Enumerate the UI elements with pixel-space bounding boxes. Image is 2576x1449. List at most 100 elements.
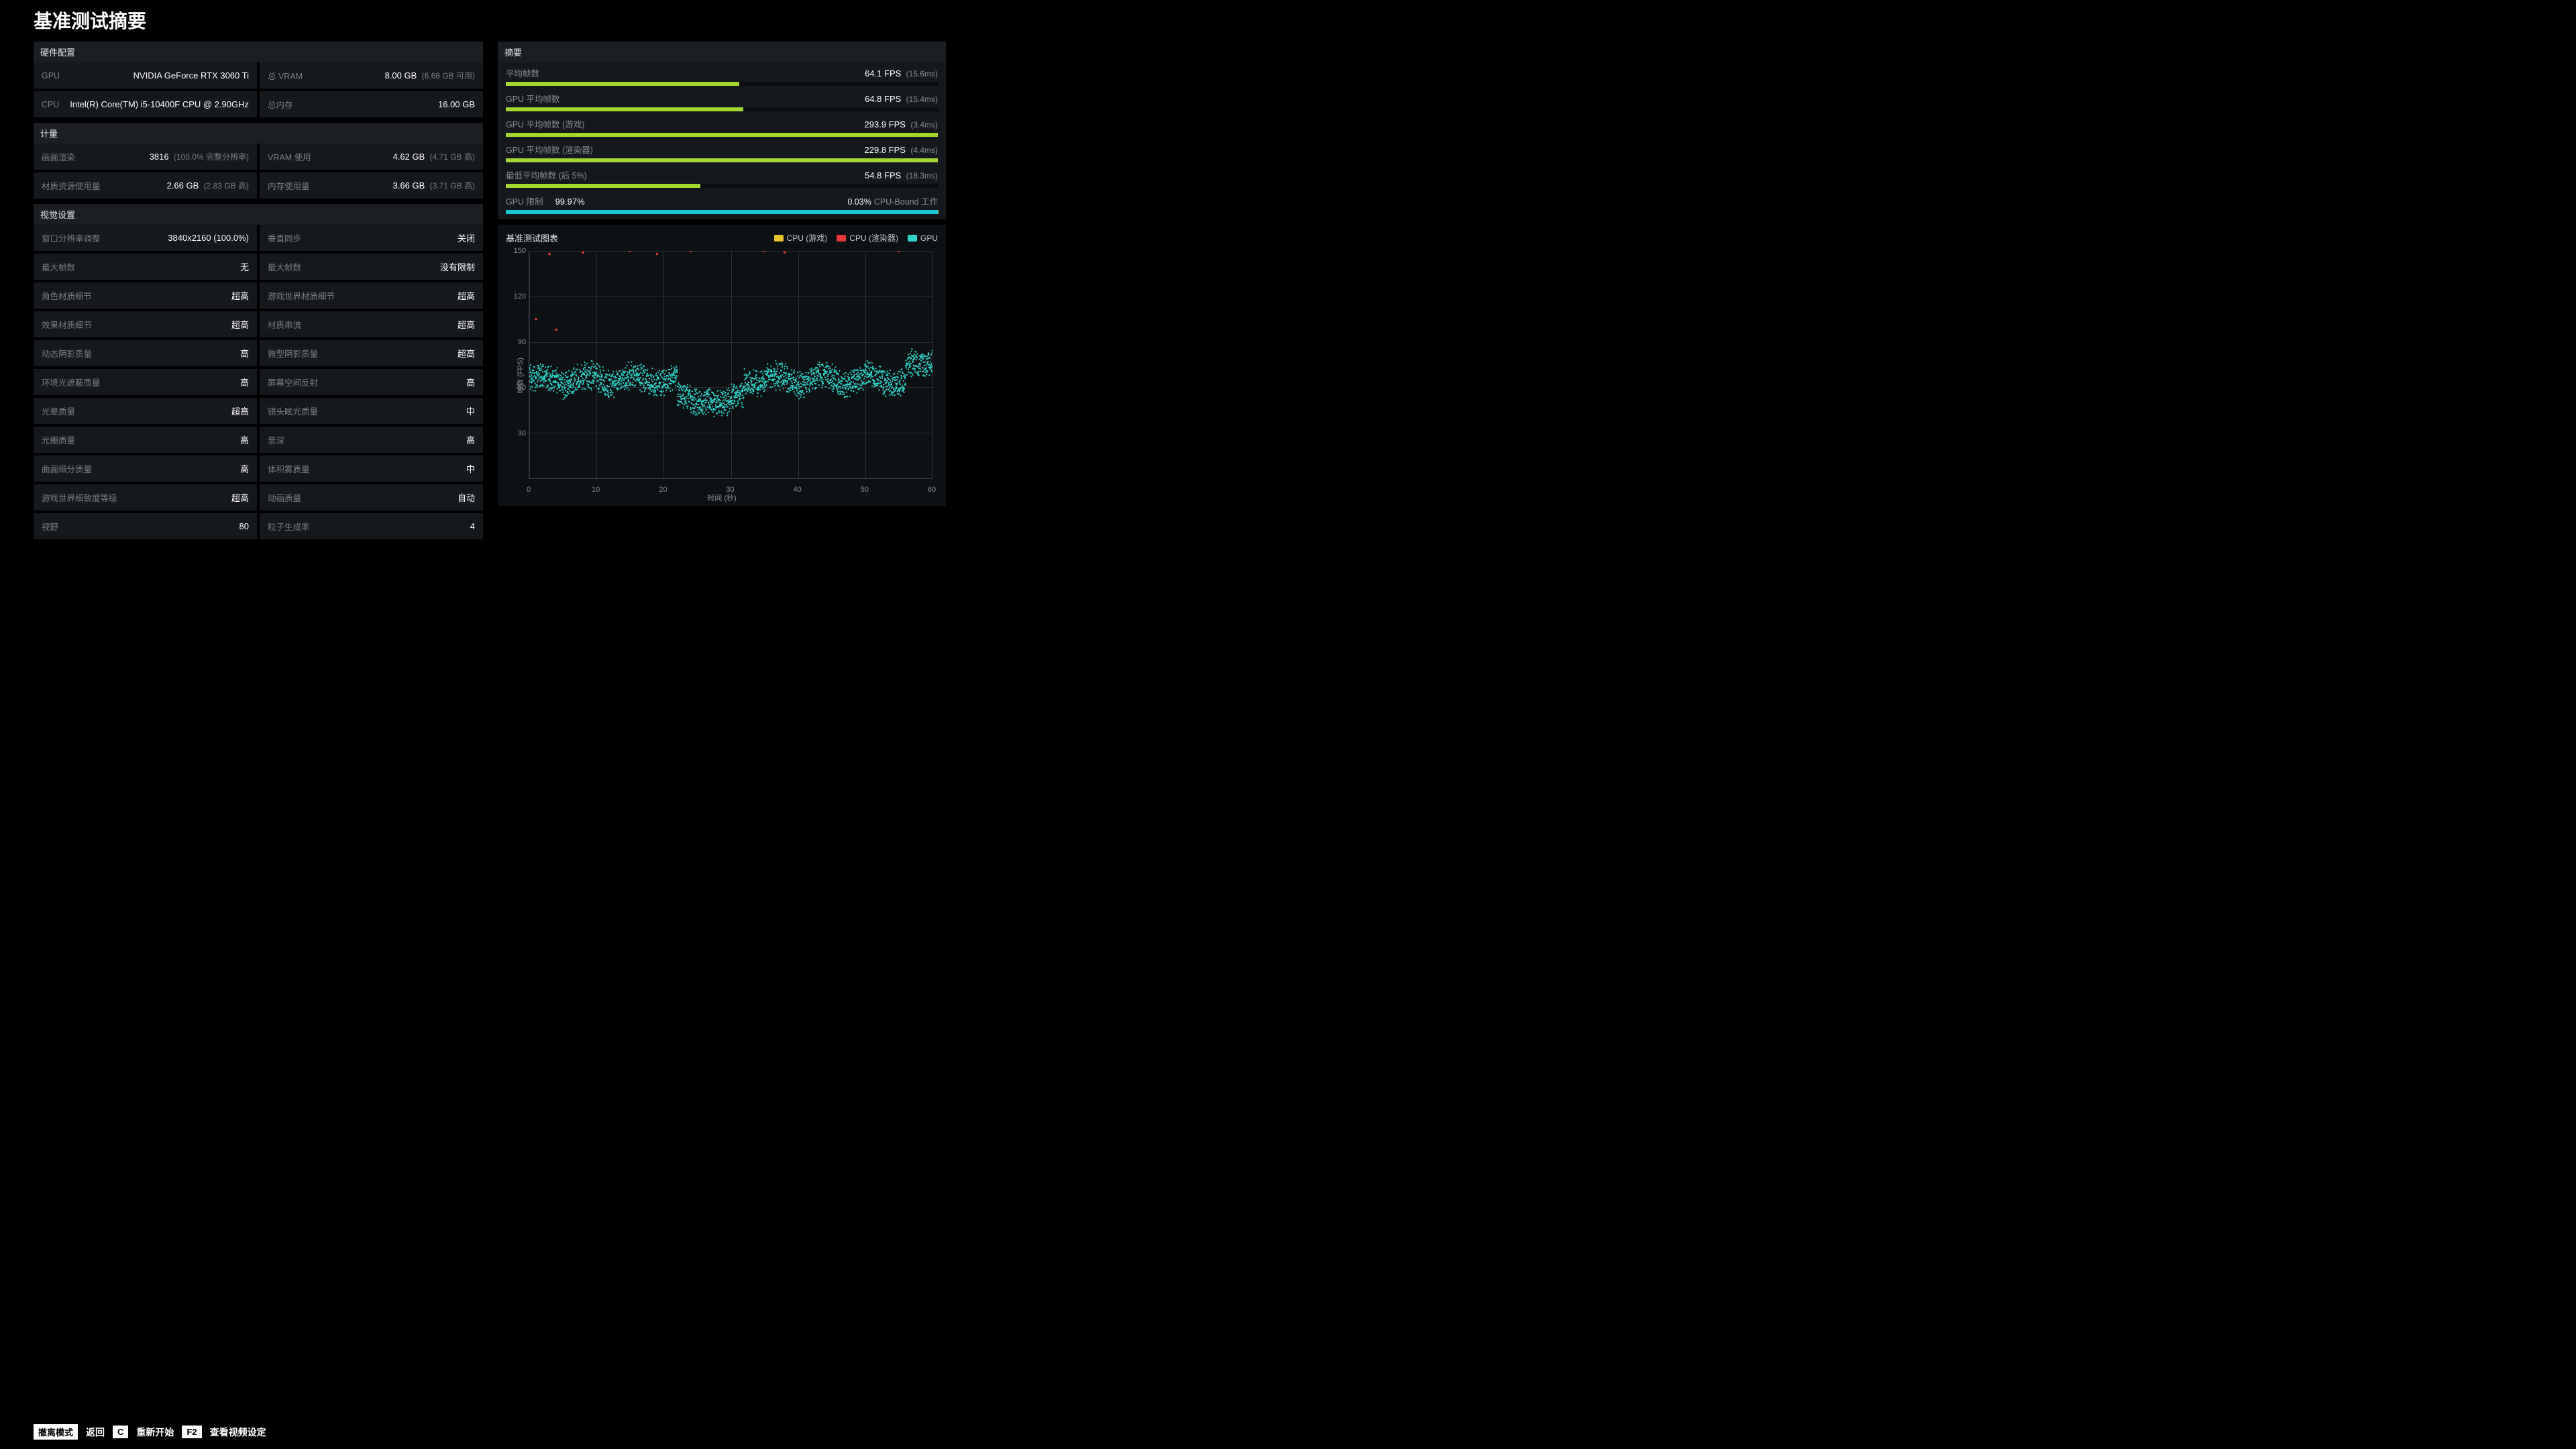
visual-row-9: 微型阴影质量超高 bbox=[260, 340, 483, 366]
visual-row-21-label: 粒子生成率 bbox=[268, 520, 310, 533]
action-video-settings[interactable]: 查看视频设定 bbox=[210, 1426, 266, 1439]
visual-row-13-label: 镜头眩光质量 bbox=[268, 405, 318, 417]
footer-hints: 撤离模式 返回 C 重新开始 F2 查看视频设定 bbox=[34, 1424, 266, 1440]
visual-row-17-label: 体积雾质量 bbox=[268, 462, 310, 475]
cpu-bound-label: CPU-Bound 工作 bbox=[874, 197, 938, 207]
hardware-row-1-label: 总 VRAM bbox=[268, 69, 303, 82]
key-c[interactable]: C bbox=[113, 1426, 128, 1438]
action-restart[interactable]: 重新开始 bbox=[136, 1426, 174, 1439]
xtick-20: 20 bbox=[659, 486, 667, 494]
visual-row-15-value: 高 bbox=[466, 433, 475, 446]
visual-row-0-label: 窗口分辨率调整 bbox=[42, 231, 101, 244]
visual-row-1-label: 垂直同步 bbox=[268, 231, 301, 244]
visual-row-11-value: 高 bbox=[466, 376, 475, 388]
summary-row-4: 最低平均帧数 (后 5%)54.8 FPS (18.3ms) bbox=[498, 164, 946, 190]
summary-row-2: GPU 平均帧数 (游戏)293.9 FPS (3.4ms) bbox=[498, 113, 946, 139]
visual-row-18: 游戏世界细致度等级超高 bbox=[34, 484, 257, 511]
metric-row-3-value: 3.66 GB (3.71 GB 高) bbox=[393, 180, 475, 191]
chart-xlabel: 时间 (秒) bbox=[707, 492, 736, 503]
gpu-bound-label: GPU 限制 bbox=[506, 197, 543, 207]
metric-row-3-label: 内存使用量 bbox=[268, 179, 310, 192]
key-f2[interactable]: F2 bbox=[182, 1426, 201, 1438]
metric-row-2-label: 材质资源使用量 bbox=[42, 179, 101, 192]
metric-row-3-sub: (3.71 GB 高) bbox=[427, 181, 475, 191]
visual-row-16-value: 高 bbox=[240, 462, 249, 475]
visual-row-20-value: 80 bbox=[239, 521, 249, 531]
visual-row-6-label: 效果材质细节 bbox=[42, 318, 92, 331]
xtick-10: 10 bbox=[592, 486, 600, 494]
ytick-120: 120 bbox=[504, 292, 526, 301]
chart-legend: CPU (游戏) CPU (渲染器) GPU bbox=[774, 232, 938, 244]
legend-gpu: GPU bbox=[920, 233, 938, 243]
metric-row-0-value: 3816 (100.0% 完整分辨率) bbox=[150, 151, 249, 162]
hardware-row-2-value: Intel(R) Core(TM) i5-10400F CPU @ 2.90GH… bbox=[70, 99, 249, 109]
visual-row-13: 镜头眩光质量 中 bbox=[260, 398, 483, 424]
visual-row-4: 角色材质细节超高 bbox=[34, 282, 257, 309]
visual-row-7-label: 材质串流 bbox=[268, 318, 301, 331]
summary-row-1-sub: (15.4ms) bbox=[904, 95, 938, 104]
section-header-metrics: 计量 bbox=[34, 123, 483, 144]
visual-row-17: 体积雾质量中 bbox=[260, 455, 483, 482]
visual-row-12-label: 光晕质量 bbox=[42, 405, 75, 417]
visual-row-5-label: 游戏世界材质细节 bbox=[268, 289, 335, 302]
visual-row-10: 环境光遮蔽质量高 bbox=[34, 369, 257, 395]
visual-row-5-value: 超高 bbox=[458, 289, 475, 302]
metric-row-0-sub: (100.0% 完整分辨率) bbox=[172, 152, 249, 162]
visual-row-2: 最大帧数无 bbox=[34, 254, 257, 280]
visual-row-13-value: 中 bbox=[466, 405, 475, 417]
hardware-row-3: 总内存 16.00 GB bbox=[260, 91, 483, 117]
summary-row-2-sub: (3.4ms) bbox=[908, 120, 938, 129]
metric-row-2-value: 2.66 GB (2.83 GB 高) bbox=[167, 180, 249, 191]
xtick-30: 30 bbox=[726, 486, 734, 494]
summary-row-0-value: 64.1 FPS (15.6ms) bbox=[865, 68, 938, 78]
gpu-bound-bar bbox=[506, 210, 938, 214]
summary-row-4-sub: (18.3ms) bbox=[904, 171, 938, 180]
key-escape[interactable]: 撤离模式 bbox=[34, 1424, 78, 1440]
summary-row-0-sub: (15.6ms) bbox=[904, 69, 938, 78]
metric-row-2-sub: (2.83 GB 高) bbox=[201, 181, 249, 191]
hardware-row-3-value: 16.00 GB bbox=[438, 99, 475, 109]
benchmark-chart: 帧数 (FPS) 时间 (秒) 306090120150010203040506… bbox=[504, 248, 939, 503]
visual-row-9-value: 超高 bbox=[458, 347, 475, 360]
action-back[interactable]: 返回 bbox=[86, 1426, 105, 1439]
legend-cpu-game: CPU (游戏) bbox=[787, 232, 828, 244]
hardware-row-3-label: 总内存 bbox=[268, 98, 293, 111]
summary-row-0-label: 平均帧数 bbox=[506, 66, 539, 79]
visual-row-14: 光栅质量 高 bbox=[34, 427, 257, 453]
hardware-row-1: 总 VRAM 8.00 GB (6.68 GB 可用) bbox=[260, 62, 483, 89]
visual-row-14-value: 高 bbox=[240, 433, 249, 446]
visual-row-1: 垂直同步关闭 bbox=[260, 225, 483, 251]
ytick-30: 30 bbox=[504, 429, 526, 437]
visual-row-11: 屏幕空间反射 高 bbox=[260, 369, 483, 395]
visual-row-6: 效果材质细节 超高 bbox=[34, 311, 257, 337]
visual-row-19-label: 动画质量 bbox=[268, 491, 301, 504]
summary-row-3-value: 229.8 FPS (4.4ms) bbox=[865, 145, 938, 155]
section-header-hardware: 硬件配置 bbox=[34, 42, 483, 62]
summary-row-1-label: GPU 平均帧数 bbox=[506, 92, 560, 105]
metric-row-1-label: VRAM 使用 bbox=[268, 150, 311, 163]
metric-row-0: 画面渲染3816 (100.0% 完整分辨率) bbox=[34, 144, 257, 170]
visual-row-16: 曲面细分质量高 bbox=[34, 455, 257, 482]
visual-row-8-value: 高 bbox=[240, 347, 249, 360]
visual-row-2-value: 无 bbox=[240, 260, 249, 273]
hardware-row-0: GPUNVIDIA GeForce RTX 3060 Ti bbox=[34, 62, 257, 89]
visual-row-10-label: 环境光遮蔽质量 bbox=[42, 376, 101, 388]
visual-row-5: 游戏世界材质细节 超高 bbox=[260, 282, 483, 309]
metric-row-2: 材质资源使用量 2.66 GB (2.83 GB 高) bbox=[34, 172, 257, 199]
ytick-60: 60 bbox=[504, 384, 526, 392]
cpu-bound-pct: 0.03% bbox=[847, 197, 871, 207]
hardware-row-1-value: 8.00 GB (6.68 GB 可用) bbox=[385, 70, 475, 81]
visual-row-11-label: 屏幕空间反射 bbox=[268, 376, 318, 388]
xtick-60: 60 bbox=[928, 486, 936, 494]
gpu-bound-row: GPU 限制99.97%0.03%CPU-Bound 工作 bbox=[498, 190, 946, 210]
summary-row-3-sub: (4.4ms) bbox=[908, 146, 938, 155]
visual-row-15: 景深高 bbox=[260, 427, 483, 453]
summary-row-1-value: 64.8 FPS (15.4ms) bbox=[865, 94, 938, 104]
visual-row-21: 粒子生成率4 bbox=[260, 513, 483, 539]
visual-row-4-value: 超高 bbox=[231, 289, 249, 302]
ytick-90: 90 bbox=[504, 338, 526, 346]
visual-row-6-value: 超高 bbox=[231, 318, 249, 331]
visual-row-14-label: 光栅质量 bbox=[42, 433, 75, 446]
summary-row-0: 平均帧数 64.1 FPS (15.6ms) bbox=[498, 62, 946, 88]
visual-row-19-value: 自动 bbox=[458, 491, 475, 504]
